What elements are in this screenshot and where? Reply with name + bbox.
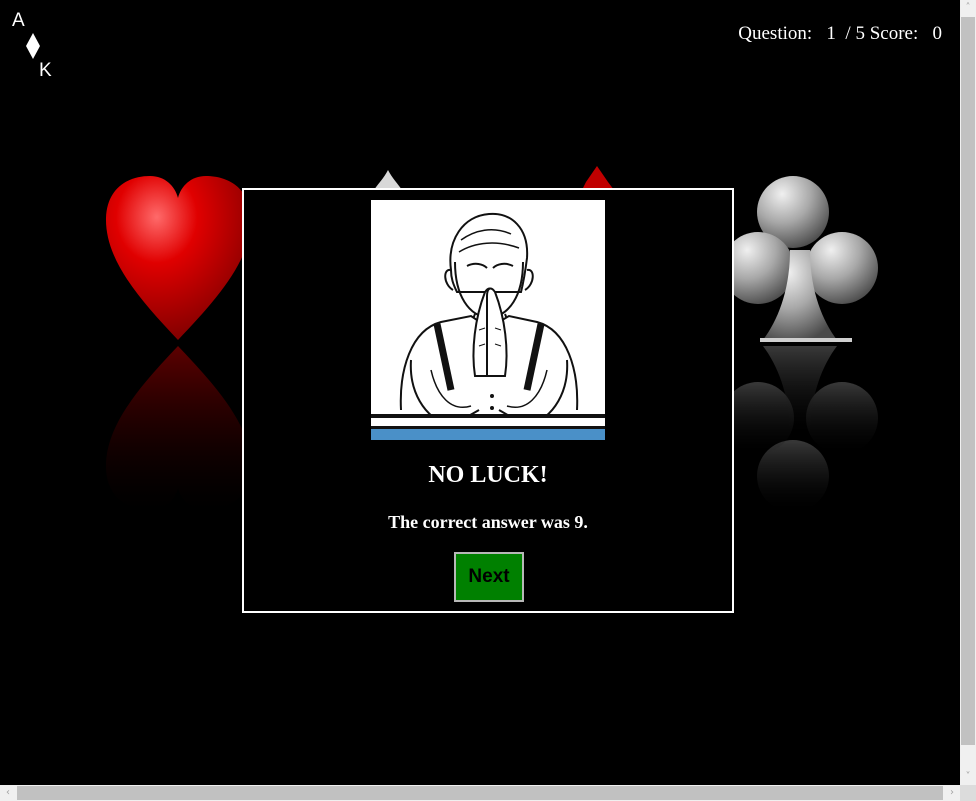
scroll-down-icon[interactable]: ˅: [960, 769, 976, 785]
horizontal-scrollbar[interactable]: ‹ ›: [0, 785, 960, 801]
vertical-scroll-thumb[interactable]: [961, 17, 975, 745]
scroll-left-icon[interactable]: ‹: [0, 785, 16, 801]
club-icon: [722, 176, 878, 512]
scroll-right-icon[interactable]: ›: [944, 785, 960, 801]
result-title: NO LUCK!: [428, 462, 548, 488]
heart-icon: [105, 176, 252, 510]
next-button[interactable]: Next: [454, 552, 524, 602]
spade-icon: [374, 170, 402, 190]
diamond-suit-icon: [582, 166, 614, 190]
result-dialog: NO LUCK! The correct answer was 9. Next: [242, 188, 734, 613]
game-page: A K Question: 1 / 5 Score: 0 NO LUCK! Th…: [0, 0, 960, 785]
correct-answer-message: The correct answer was 9.: [388, 512, 588, 532]
vertical-scrollbar[interactable]: ˄ ˅: [960, 0, 976, 785]
scroll-up-icon[interactable]: ˄: [960, 0, 976, 16]
scrollbar-corner: [960, 785, 976, 801]
facepalm-man-icon: [371, 200, 605, 440]
horizontal-scroll-thumb[interactable]: [17, 786, 943, 800]
